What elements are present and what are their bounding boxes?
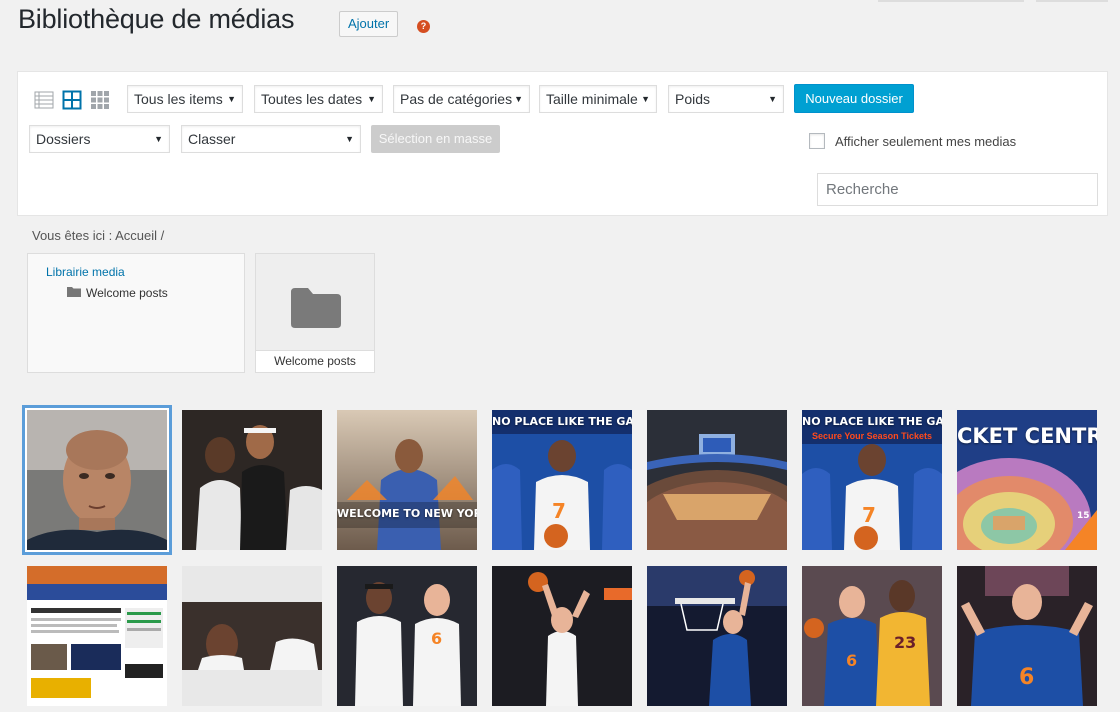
shooting-player-image: [492, 566, 632, 706]
filter-category-select[interactable]: Pas de catégories ▼: [393, 85, 530, 113]
media-thumbnail[interactable]: 6 23: [802, 566, 942, 706]
thumbnail-caption: WELCOME TO NEW YORK: [337, 507, 477, 520]
new-folder-button[interactable]: Nouveau dossier: [794, 84, 914, 113]
media-thumbnail[interactable]: 7 NO PLACE LIKE THE GARDEN: [492, 410, 632, 550]
folder-tile[interactable]: Welcome posts: [255, 253, 375, 373]
help-icon[interactable]: ?: [417, 20, 430, 33]
only-my-media-label: Afficher seulement mes medias: [835, 134, 1017, 149]
folder-tree-item[interactable]: Welcome posts: [86, 286, 168, 300]
folder-tile-label: Welcome posts: [256, 350, 374, 372]
porzingis-image: 6: [957, 566, 1097, 706]
media-thumbnail[interactable]: CKET CENTRA 15: [957, 410, 1097, 550]
dropdown-arrow-icon: ▼: [768, 94, 777, 104]
filter-type-select[interactable]: Tous les items ▼: [127, 85, 243, 113]
jersey-number: 7: [862, 503, 876, 527]
thumbnail-caption: NO PLACE LIKE THE GARDEN: [492, 415, 632, 428]
dunking-player-image: [647, 566, 787, 706]
bulk-select-button[interactable]: Sélection en masse: [371, 125, 500, 153]
folders-select[interactable]: Dossiers ▼: [29, 125, 170, 153]
folder-icon: [67, 287, 81, 297]
grid-view-icon[interactable]: [62, 90, 82, 110]
thumbnail-subcaption: Secure Your Season Tickets: [811, 431, 933, 441]
only-my-media-checkbox[interactable]: [809, 133, 825, 149]
arena-image: [647, 410, 787, 550]
media-toolbar: Tous les items ▼ Toutes les dates ▼ Pas de…: [17, 71, 1108, 216]
breadcrumb: Vous êtes ici : Accueil /: [32, 228, 165, 243]
jersey-number: 6: [1019, 665, 1034, 690]
players-image: [182, 410, 322, 550]
website-screenshot-image: [27, 566, 167, 706]
thumbnail-caption: CKET CENTRA: [957, 424, 1097, 448]
dropdown-arrow-icon: ▼: [641, 94, 650, 104]
folder-tree: Librairie media Welcome posts: [27, 253, 245, 373]
add-new-button[interactable]: Ajouter: [339, 11, 399, 37]
media-thumbnail[interactable]: [647, 410, 787, 550]
media-thumbnail[interactable]: 7 NO PLACE LIKE THE GARDEN Secure Your S…: [802, 410, 942, 550]
media-thumbnail[interactable]: [182, 410, 322, 550]
top-edge-button[interactable]: [1036, 0, 1108, 2]
page-title: Bibliothèque de médias: [18, 4, 295, 34]
garden-promo-image: 7: [492, 410, 632, 550]
dropdown-arrow-icon: ▼: [227, 94, 236, 104]
two-players-image: 6: [337, 566, 477, 706]
media-thumbnail[interactable]: [492, 566, 632, 706]
section-number: 15: [1077, 511, 1090, 521]
sort-select[interactable]: Classer ▼: [181, 125, 361, 153]
dropdown-arrow-icon: ▼: [514, 94, 523, 104]
dropdown-arrow-icon: ▼: [345, 134, 354, 144]
dropdown-arrow-icon: ▼: [154, 134, 163, 144]
jersey-number: 6: [431, 629, 442, 648]
folder-tree-root[interactable]: Librairie media: [46, 265, 125, 279]
list-view-icon[interactable]: [34, 90, 54, 110]
media-thumbnail[interactable]: [27, 566, 167, 706]
thumbnail-caption: NO PLACE LIKE THE GARDEN: [802, 415, 942, 428]
knicks-cavs-image: 6 23: [802, 566, 942, 706]
breadcrumb-home-link[interactable]: Accueil: [115, 228, 157, 243]
jersey-number: 23: [894, 633, 916, 652]
jersey-number: 6: [846, 651, 857, 670]
filter-weight-select[interactable]: Poids ▼: [668, 85, 784, 113]
media-thumbnail[interactable]: WELCOME TO NEW YORK: [337, 410, 477, 550]
media-thumbnail[interactable]: [647, 566, 787, 706]
jersey-number: 7: [552, 499, 566, 523]
search-input[interactable]: Recherche: [817, 173, 1098, 206]
dropdown-arrow-icon: ▼: [367, 94, 376, 104]
folder-icon: [291, 288, 341, 328]
media-thumbnail[interactable]: 6: [957, 566, 1097, 706]
top-edge-button[interactable]: [878, 0, 1024, 2]
small-grid-view-icon[interactable]: [90, 90, 110, 110]
media-thumbnail[interactable]: [27, 410, 167, 550]
player-banner-image: [182, 566, 322, 706]
media-thumbnail[interactable]: 6: [337, 566, 477, 706]
filter-date-select[interactable]: Toutes les dates ▼: [254, 85, 383, 113]
portrait-image: [27, 410, 167, 550]
filter-min-size-select[interactable]: Taille minimale ▼: [539, 85, 657, 113]
media-thumbnail[interactable]: [182, 566, 322, 706]
welcome-image: [337, 410, 477, 550]
